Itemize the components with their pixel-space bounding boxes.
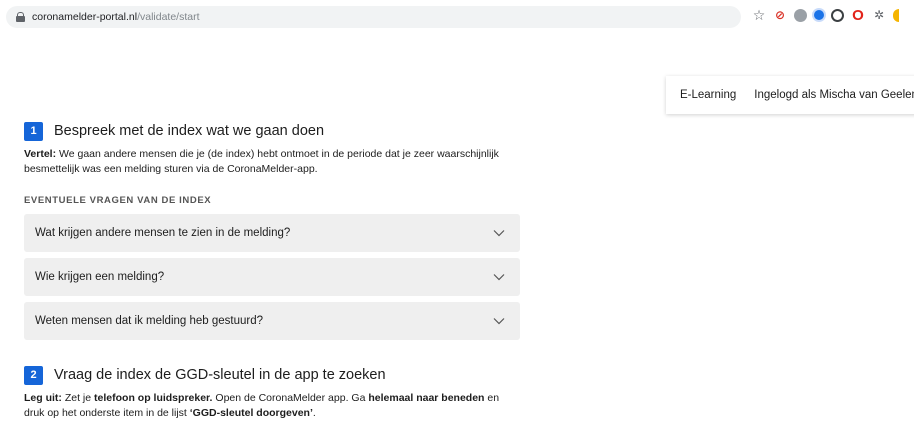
circle-icon[interactable]	[831, 8, 844, 22]
explain-bold: ‘GGD-sleutel doorgeven’	[189, 407, 313, 419]
chevron-down-icon	[493, 230, 505, 237]
questions-heading: Eventuele vragen van de index	[24, 195, 212, 206]
step-1-header: 1 Bespreek met de index wat we gaan doen	[24, 120, 520, 142]
extension-icons: ☆ ⊘ O ✲	[752, 7, 899, 24]
explain-bold: telefoon op luidspreker.	[94, 392, 213, 404]
chevron-down-icon	[493, 274, 505, 281]
step-1-title: Bespreek met de index wat we gaan doen	[54, 123, 325, 139]
step-1-badge: 1	[24, 121, 43, 141]
explain-label: Leg uit:	[24, 392, 62, 404]
explain-bold: helemaal naar beneden	[368, 392, 485, 404]
main-content: 1 Bespreek met de index wat we gaan doen…	[24, 120, 520, 421]
lock-icon	[16, 12, 25, 22]
step-1-instruction: Vertel: We gaan andere mensen die je (de…	[24, 147, 520, 177]
step-2-header: 2 Vraag de index de GGD-sleutel in de ap…	[24, 364, 520, 386]
star-icon[interactable]: ☆	[752, 7, 766, 23]
explain-text: .	[312, 407, 316, 419]
bug-icon[interactable]: ✲	[872, 8, 886, 22]
accordion-item[interactable]: Weten mensen dat ik melding heb gestuurd…	[24, 302, 520, 340]
cloud-icon[interactable]	[794, 8, 807, 22]
explain-text: Zet je	[61, 392, 95, 404]
instruction-label: Vertel:	[24, 148, 57, 160]
chevron-down-icon	[493, 318, 505, 325]
yellow-icon[interactable]	[893, 8, 899, 22]
instruction-text: We gaan andere mensen die je (de index) …	[24, 148, 499, 175]
accordion-item[interactable]: Wie krijgen een melding?	[24, 258, 520, 296]
address-bar[interactable]: coronamelder-portal.nl/validate/start	[6, 6, 741, 28]
accordion-item-label: Weten mensen dat ik melding heb gestuurd…	[35, 315, 264, 327]
accordion-item-label: Wie krijgen een melding?	[35, 271, 165, 283]
logged-in-user[interactable]: Ingelogd als Mischa van Geelen	[754, 89, 914, 101]
opera-icon[interactable]: O	[851, 7, 865, 24]
blue-dot-icon[interactable]	[814, 10, 824, 20]
url-path: /validate/start	[137, 11, 200, 23]
top-navigation: E-Learning Ingelogd als Mischa van Geele…	[666, 76, 914, 114]
url-host: coronamelder-portal.nl	[32, 11, 138, 23]
elearning-link[interactable]: E-Learning	[680, 89, 736, 101]
questions-accordion: Wat krijgen andere mensen te zien in de …	[24, 214, 520, 340]
browser-toolbar: coronamelder-portal.nl/validate/start ☆ …	[0, 0, 914, 32]
step-2-title: Vraag de index de GGD-sleutel in de app …	[54, 367, 386, 383]
step-2-badge: 2	[24, 365, 43, 385]
explain-text: Open de CoronaMelder app. Ga	[212, 392, 369, 404]
blocked-icon[interactable]: ⊘	[773, 8, 787, 22]
accordion-item[interactable]: Wat krijgen andere mensen te zien in de …	[24, 214, 520, 252]
step-2-instruction: Leg uit: Zet je telefoon op luidspreker.…	[24, 391, 520, 421]
accordion-item-label: Wat krijgen andere mensen te zien in de …	[35, 227, 291, 239]
